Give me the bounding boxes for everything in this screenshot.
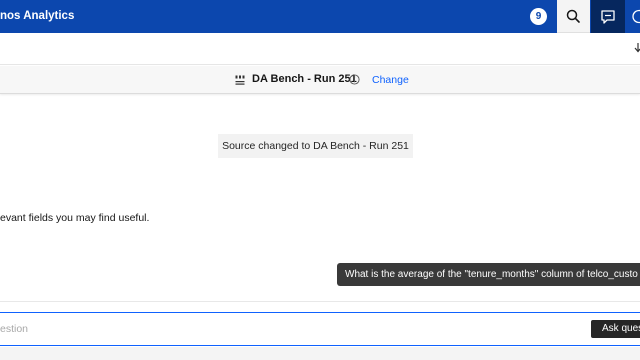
secondary-toolbar	[0, 33, 640, 65]
database-icon	[235, 75, 245, 85]
top-navigation-bar: nos Analytics 9	[0, 0, 640, 33]
search-icon	[566, 9, 580, 23]
composer-divider	[0, 301, 640, 302]
user-message-bubble: What is the average of the "tenure_month…	[337, 263, 640, 286]
question-composer: Ask ques	[0, 312, 640, 346]
help-icon	[632, 9, 640, 24]
chat-icon	[601, 10, 615, 24]
notification-count-badge[interactable]: 9	[530, 8, 547, 25]
search-button[interactable]	[557, 0, 590, 33]
app-title: nos Analytics	[0, 10, 75, 22]
footer-strip	[0, 347, 640, 360]
help-button[interactable]	[625, 0, 640, 33]
info-icon[interactable]	[349, 74, 360, 85]
download-arrow-icon[interactable]	[633, 41, 640, 55]
change-source-link[interactable]: Change	[372, 74, 409, 86]
source-changed-notice: Source changed to DA Bench - Run 251	[218, 134, 413, 158]
data-source-name: DA Bench - Run 251	[252, 73, 357, 85]
ask-question-button[interactable]: Ask ques	[591, 320, 640, 338]
question-input[interactable]	[0, 313, 580, 345]
assistant-message-text: evant fields you may find useful.	[0, 212, 150, 224]
chat-button[interactable]	[591, 0, 625, 33]
